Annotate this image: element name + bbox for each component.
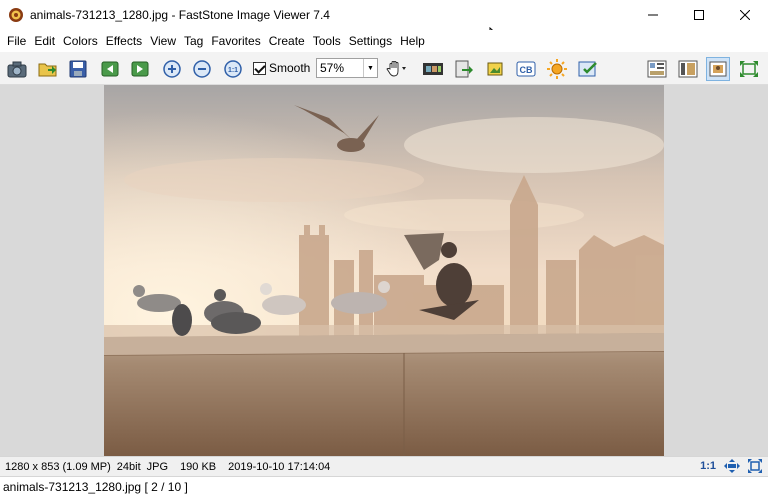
file-name-bar: animals-731213_1280.jpg [ 2 / 10 ] <box>0 476 768 496</box>
svg-text:CB: CB <box>520 65 533 75</box>
menu-favorites[interactable]: Favorites <box>207 30 264 52</box>
window-title: animals-731213_1280.jpg - FastStone Imag… <box>30 8 330 22</box>
open-folder-icon <box>38 63 57 77</box>
convert-icon: CB <box>516 61 536 77</box>
acquire-button[interactable] <box>5 57 29 81</box>
actual-size-indicator[interactable]: 1:1 <box>700 460 716 472</box>
batch-button[interactable] <box>576 57 600 81</box>
thumbnail-layout-icon <box>678 60 698 78</box>
hand-tool-button[interactable] <box>385 57 409 81</box>
file-name-position: animals-731213_1280.jpg [ 2 / 10 ] <box>3 479 188 494</box>
file-datetime: 2019-10-10 17:14:04 <box>228 460 331 473</box>
menu-tag[interactable]: Tag <box>180 30 207 52</box>
window-controls <box>630 0 768 30</box>
menu-edit[interactable]: Edit <box>30 30 59 52</box>
zoom-combobox[interactable]: 57% ▼ <box>316 58 378 78</box>
fullscreen-icon <box>740 61 758 77</box>
crop-icon <box>487 62 503 76</box>
save-icon <box>69 60 87 78</box>
crop-button[interactable] <box>483 57 507 81</box>
save-button[interactable] <box>66 57 90 81</box>
bit-depth: 24bit <box>116 460 141 473</box>
browser-layout-icon <box>647 60 667 78</box>
menu-bar: File Edit Colors Effects View Tag Favori… <box>0 30 768 52</box>
image-viewer[interactable] <box>0 85 768 456</box>
menu-colors[interactable]: Colors <box>59 30 102 52</box>
file-size: 190 KB <box>180 460 217 473</box>
menu-view[interactable]: View <box>146 30 180 52</box>
hand-tool-icon <box>386 61 406 77</box>
menu-settings[interactable]: Settings <box>345 30 396 52</box>
menu-help[interactable]: Help <box>396 30 429 52</box>
thumbnail-layout-button[interactable] <box>676 57 700 81</box>
image-view-button[interactable] <box>706 57 730 81</box>
menu-tools[interactable]: Tools <box>309 30 345 52</box>
zoom-value: 57% <box>320 61 345 75</box>
batch-icon <box>578 61 597 77</box>
file-format: JPG <box>146 460 169 473</box>
toolbar: 1:1 Smooth CB <box>0 52 768 85</box>
maximize-button[interactable] <box>676 0 722 30</box>
adjust-lighting-icon <box>547 59 567 79</box>
status-bar: 1280 x 853 (1.09 MP) 24bit JPG 190 KB 20… <box>0 456 768 476</box>
zoom-in-button[interactable] <box>160 57 184 81</box>
zoom-out-icon <box>193 60 211 78</box>
maximize-icon <box>694 10 704 20</box>
actual-size-icon: 1:1 <box>224 60 242 78</box>
slideshow-icon <box>423 63 443 75</box>
next-icon <box>131 61 149 77</box>
camera-icon <box>7 61 27 78</box>
menu-effects[interactable]: Effects <box>102 30 146 52</box>
move-icon[interactable] <box>724 459 740 473</box>
fullscreen-button[interactable] <box>737 57 761 81</box>
status-actions: 1:1 <box>700 459 762 473</box>
title-bar: animals-731213_1280.jpg - FastStone Imag… <box>0 0 768 30</box>
open-button[interactable] <box>36 57 60 81</box>
minimize-icon <box>648 14 658 16</box>
app-icon <box>9 8 23 22</box>
export-icon <box>455 60 473 78</box>
minimize-button[interactable] <box>630 0 676 30</box>
menu-create[interactable]: Create <box>265 30 309 52</box>
slideshow-button[interactable] <box>421 57 445 81</box>
previous-button[interactable] <box>98 57 122 81</box>
close-button[interactable] <box>722 0 768 30</box>
image-dimensions: 1280 x 853 (1.09 MP) <box>5 460 111 473</box>
actual-size-button[interactable]: 1:1 <box>221 57 245 81</box>
zoom-out-button[interactable] <box>190 57 214 81</box>
adjust-lighting-button[interactable] <box>545 57 569 81</box>
menu-file[interactable]: File <box>3 30 30 52</box>
close-icon <box>740 10 750 20</box>
previous-icon <box>101 61 119 77</box>
displayed-photo <box>104 85 664 456</box>
smooth-toggle[interactable]: Smooth <box>253 61 310 75</box>
smooth-label: Smooth <box>269 61 311 75</box>
fit-window-icon[interactable] <box>748 459 762 473</box>
convert-button[interactable]: CB <box>514 57 538 81</box>
chevron-down-icon[interactable]: ▼ <box>363 59 377 77</box>
next-button[interactable] <box>128 57 152 81</box>
image-view-icon <box>709 61 727 77</box>
svg-text:1:1: 1:1 <box>228 67 238 74</box>
zoom-in-icon <box>163 60 181 78</box>
smooth-checkbox[interactable] <box>253 61 266 75</box>
browser-layout-button[interactable] <box>645 57 669 81</box>
export-button[interactable] <box>452 57 476 81</box>
